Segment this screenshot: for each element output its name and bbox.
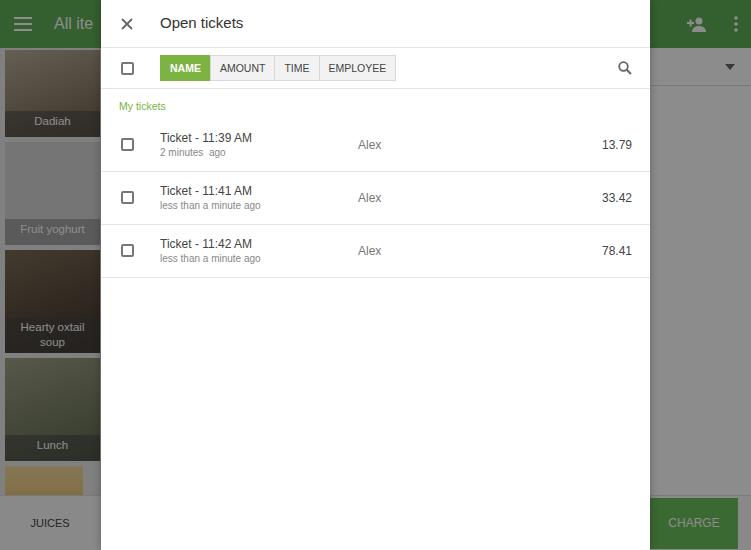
ticket-employee: Alex <box>358 242 602 260</box>
open-tickets-dialog: Open tickets NAMEAMOUNTTIMEEMPLOYEE My tic… <box>101 0 650 550</box>
ticket-employee: Alex <box>358 136 602 154</box>
ticket-checkbox[interactable] <box>121 191 134 204</box>
ticket-row[interactable]: Ticket - 11:39 AM2 minutes agoAlex13.79 <box>101 119 650 172</box>
ticket-age: 2 minutes ago <box>160 146 358 159</box>
sort-tab[interactable]: TIME <box>274 55 319 81</box>
sort-tab[interactable]: EMPLOYEE <box>319 55 397 81</box>
sort-tab[interactable]: NAME <box>160 55 211 81</box>
dialog-title: Open tickets <box>160 12 243 35</box>
ticket-title: Ticket - 11:42 AM <box>160 237 358 252</box>
ticket-title: Ticket - 11:41 AM <box>160 184 358 199</box>
close-icon[interactable] <box>121 18 133 30</box>
ticket-title: Ticket - 11:39 AM <box>160 131 358 146</box>
ticket-checkbox[interactable] <box>121 244 134 257</box>
ticket-list: Ticket - 11:39 AM2 minutes agoAlex13.79T… <box>101 119 650 278</box>
ticket-checkbox[interactable] <box>121 138 134 151</box>
ticket-age: less than a minute ago <box>160 199 358 212</box>
dialog-header: Open tickets <box>101 0 650 48</box>
ticket-amount: 78.41 <box>602 242 650 260</box>
sort-tab[interactable]: AMOUNT <box>210 55 276 81</box>
sort-tabs: NAMEAMOUNTTIMEEMPLOYEE <box>160 55 396 81</box>
ticket-row[interactable]: Ticket - 11:42 AMless than a minute agoA… <box>101 225 650 278</box>
ticket-amount: 33.42 <box>602 189 650 207</box>
select-all-checkbox[interactable] <box>121 62 134 75</box>
ticket-employee: Alex <box>358 189 602 207</box>
section-header: My tickets <box>101 89 650 119</box>
sort-toolbar: NAMEAMOUNTTIMEEMPLOYEE <box>101 48 650 89</box>
ticket-age: less than a minute ago <box>160 252 358 265</box>
search-icon[interactable] <box>618 61 632 75</box>
ticket-row[interactable]: Ticket - 11:41 AMless than a minute agoA… <box>101 172 650 225</box>
ticket-amount: 13.79 <box>602 136 650 154</box>
